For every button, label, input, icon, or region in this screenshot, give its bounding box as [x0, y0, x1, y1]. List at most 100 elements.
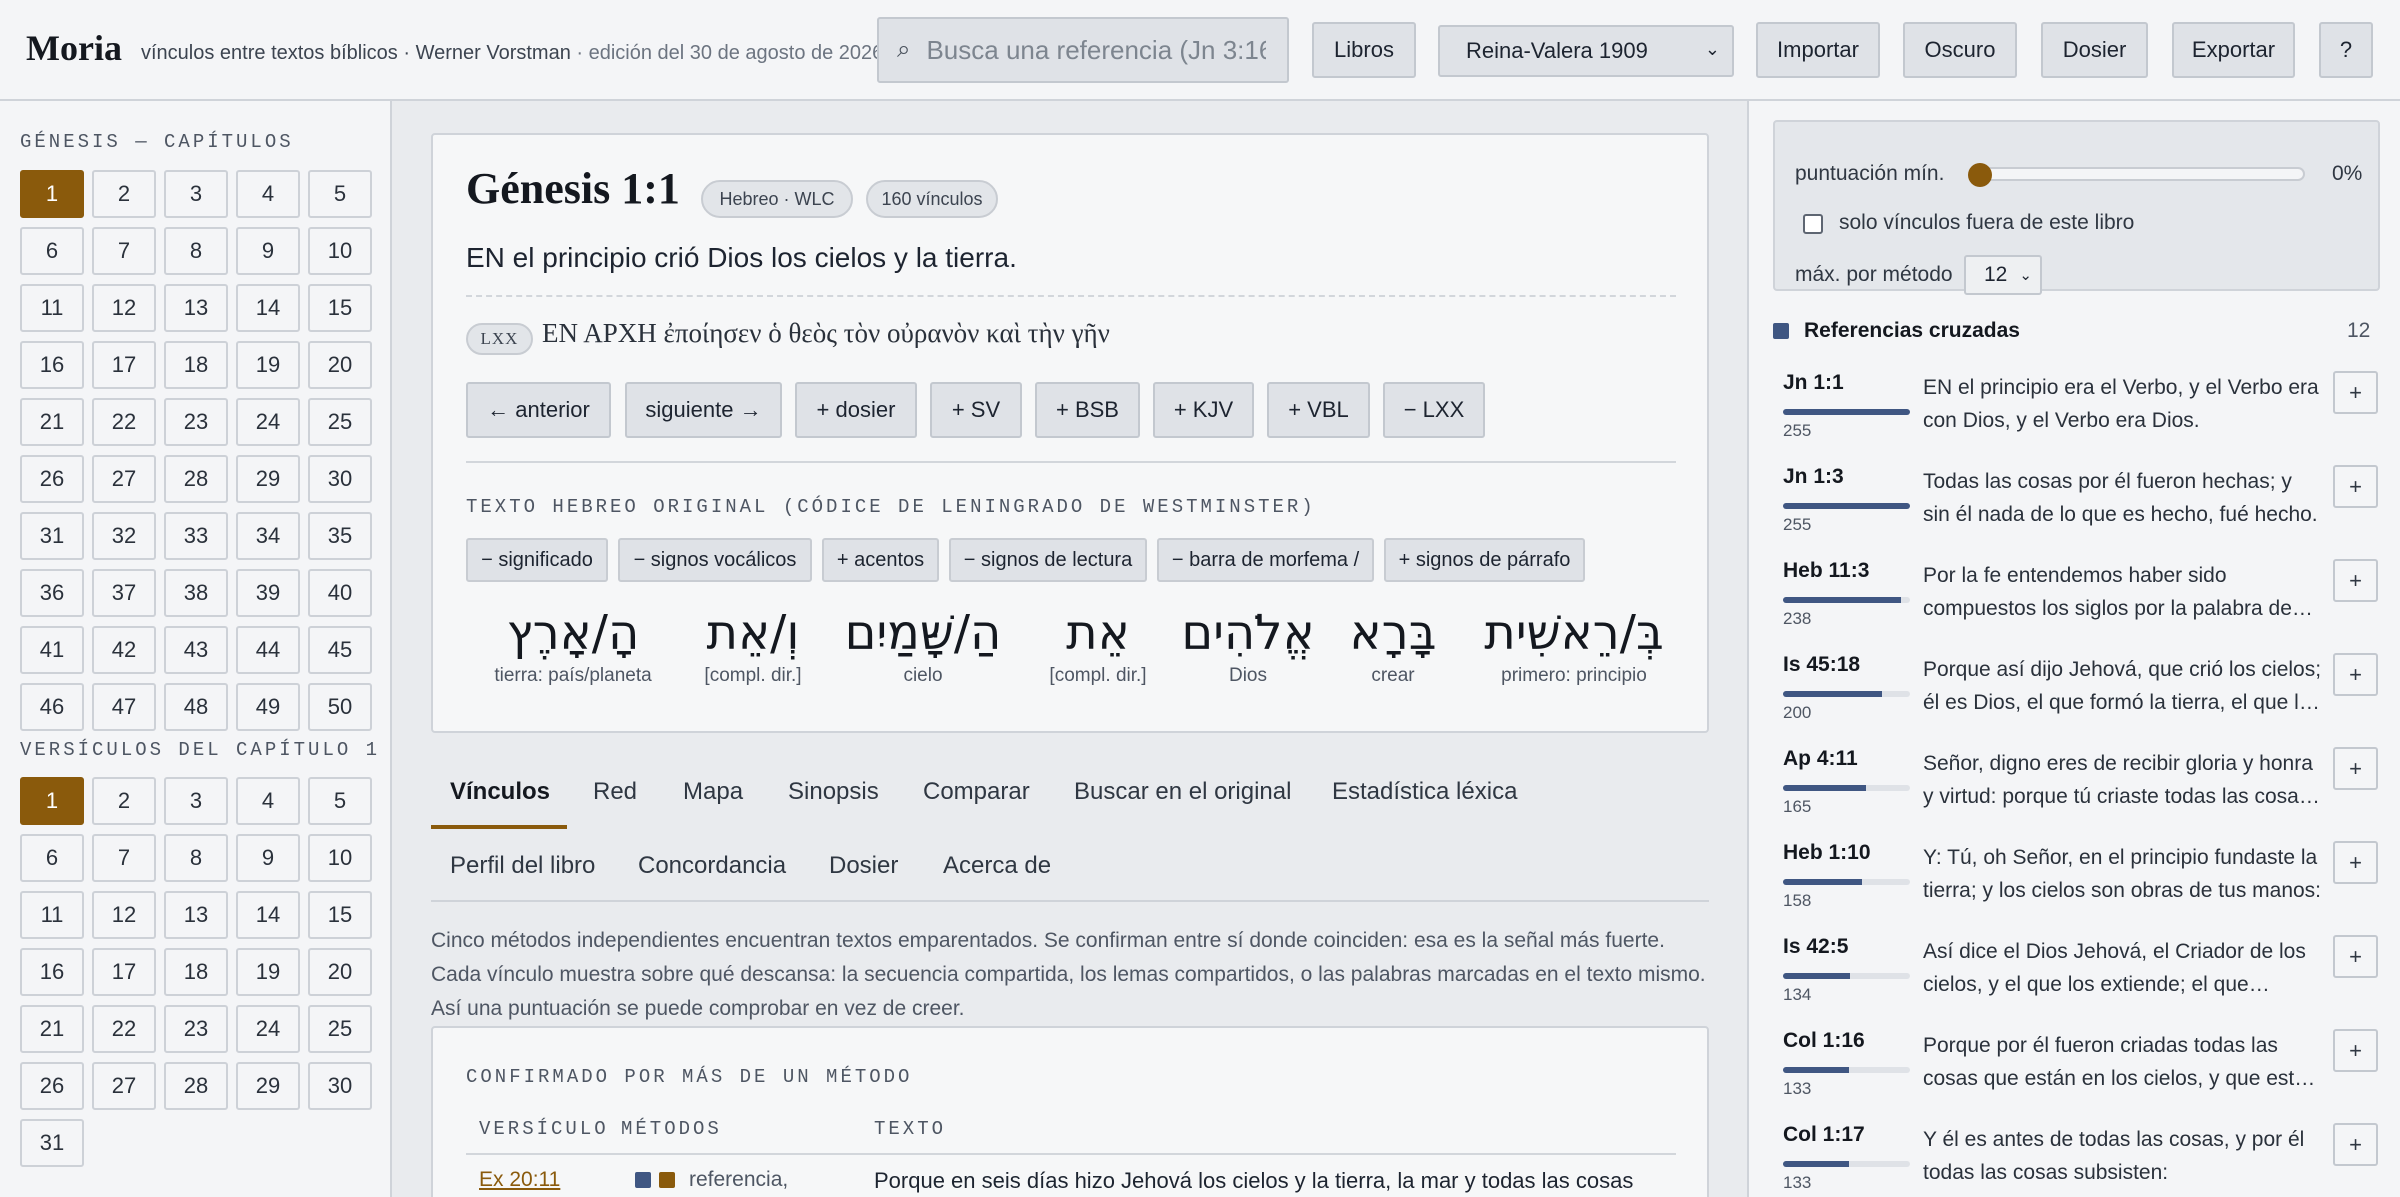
- tab-concordance[interactable]: Concordancia: [638, 852, 786, 880]
- verse-button[interactable]: 4: [236, 777, 300, 825]
- import-button[interactable]: Importar: [1756, 22, 1880, 78]
- toggle-vowels[interactable]: − signos vocálicos: [618, 538, 812, 582]
- crossref-ref[interactable]: Is 42:5: [1783, 935, 1848, 959]
- hebrew-word[interactable]: הָ/אָרֶץ tierra: país/planeta: [483, 605, 663, 687]
- chapter-button[interactable]: 6: [20, 227, 84, 275]
- chapter-button[interactable]: 18: [164, 341, 228, 389]
- add-crossref-button[interactable]: +: [2333, 559, 2378, 602]
- chapter-button[interactable]: 30: [308, 455, 372, 503]
- hebrew-word[interactable]: בְּ/רֵאשִׁית primero: principio: [1479, 605, 1669, 687]
- verse-button[interactable]: 8: [164, 834, 228, 882]
- chapter-button[interactable]: 25: [308, 398, 372, 446]
- add-crossref-button[interactable]: +: [2333, 465, 2378, 508]
- theme-button[interactable]: Oscuro: [1903, 22, 2017, 78]
- tab-links[interactable]: Vínculos: [450, 778, 550, 806]
- verse-button[interactable]: 18: [164, 948, 228, 996]
- version-select[interactable]: Reina-Valera 1909 ⌄: [1438, 25, 1734, 77]
- verse-button[interactable]: 6: [20, 834, 84, 882]
- crossref-item[interactable]: Ap 4:11 165 Señor, digno eres de recibir g…: [1749, 747, 2400, 841]
- chapter-button[interactable]: 15: [308, 284, 372, 332]
- tab-about[interactable]: Acerca de: [943, 852, 1051, 880]
- chapter-button[interactable]: 1: [20, 170, 84, 218]
- verse-button[interactable]: 11: [20, 891, 84, 939]
- add-crossref-button[interactable]: +: [2333, 1029, 2378, 1072]
- toggle-accents[interactable]: + acentos: [822, 538, 939, 582]
- verse-button[interactable]: 12: [92, 891, 156, 939]
- chapter-button[interactable]: 39: [236, 569, 300, 617]
- chapter-button[interactable]: 32: [92, 512, 156, 560]
- chapter-button[interactable]: 16: [20, 341, 84, 389]
- max-per-method-select[interactable]: 12 ⌄: [1964, 255, 2042, 295]
- add-crossref-button[interactable]: +: [2333, 653, 2378, 696]
- add-crossref-button[interactable]: +: [2333, 841, 2378, 884]
- toggle-morpheme-bar[interactable]: − barra de morfema /: [1157, 538, 1374, 582]
- verse-button[interactable]: 7: [92, 834, 156, 882]
- crossref-item[interactable]: Is 42:5 134 Así dice el Dios Jehová, el Cr…: [1749, 935, 2400, 1029]
- export-button[interactable]: Exportar: [2172, 22, 2295, 78]
- add-crossref-button[interactable]: +: [2333, 935, 2378, 978]
- prev-button[interactable]: ← anterior: [466, 382, 611, 438]
- chapter-button[interactable]: 13: [164, 284, 228, 332]
- dossier-button[interactable]: Dosier: [2041, 22, 2148, 78]
- crossref-ref[interactable]: Col 1:17: [1783, 1123, 1865, 1147]
- tab-dossier[interactable]: Dosier: [829, 852, 898, 880]
- chapter-button[interactable]: 14: [236, 284, 300, 332]
- chapter-button[interactable]: 28: [164, 455, 228, 503]
- chapter-button[interactable]: 12: [92, 284, 156, 332]
- crossref-ref[interactable]: Col 1:16: [1783, 1029, 1865, 1053]
- verse-button[interactable]: 3: [164, 777, 228, 825]
- chapter-button[interactable]: 33: [164, 512, 228, 560]
- chapter-button[interactable]: 11: [20, 284, 84, 332]
- tab-map[interactable]: Mapa: [683, 778, 743, 806]
- verse-button[interactable]: 1: [20, 777, 84, 825]
- next-button[interactable]: siguiente →: [625, 382, 782, 438]
- outside-book-checkbox[interactable]: [1803, 214, 1823, 234]
- verse-button[interactable]: 22: [92, 1005, 156, 1053]
- tab-lexical-stats[interactable]: Estadística léxica: [1332, 778, 1517, 806]
- chapter-button[interactable]: 24: [236, 398, 300, 446]
- chapter-button[interactable]: 8: [164, 227, 228, 275]
- chapter-button[interactable]: 37: [92, 569, 156, 617]
- add-crossref-button[interactable]: +: [2333, 371, 2378, 414]
- add-sv-button[interactable]: + SV: [930, 382, 1022, 438]
- add-crossref-button[interactable]: +: [2333, 747, 2378, 790]
- crossref-item[interactable]: Heb 1:10 158 Y: Tú, oh Señor, en el princi…: [1749, 841, 2400, 935]
- hebrew-word[interactable]: וְ/אֵת [compl. dir.]: [688, 605, 818, 687]
- chapter-button[interactable]: 17: [92, 341, 156, 389]
- chapter-button[interactable]: 3: [164, 170, 228, 218]
- slider-handle[interactable]: [1968, 163, 1992, 187]
- chapter-button[interactable]: 21: [20, 398, 84, 446]
- verse-button[interactable]: 5: [308, 777, 372, 825]
- remove-lxx-button[interactable]: − LXX: [1383, 382, 1485, 438]
- crossref-ref[interactable]: Heb 11:3: [1783, 559, 1869, 583]
- chapter-button[interactable]: 10: [308, 227, 372, 275]
- chapter-button[interactable]: 47: [92, 683, 156, 731]
- verse-button[interactable]: 30: [308, 1062, 372, 1110]
- crossref-item[interactable]: Jn 1:1 255 EN el principio era el Verbo, y…: [1749, 371, 2400, 465]
- hebrew-word[interactable]: בָּרָא crear: [1333, 605, 1453, 687]
- chapter-button[interactable]: 29: [236, 455, 300, 503]
- verse-button[interactable]: 24: [236, 1005, 300, 1053]
- hebrew-word[interactable]: אֱלֹהִים Dios: [1178, 605, 1318, 687]
- chapter-button[interactable]: 19: [236, 341, 300, 389]
- verse-button[interactable]: 17: [92, 948, 156, 996]
- crossref-item[interactable]: Is 45:18 200 Porque así dijo Jehová, que c…: [1749, 653, 2400, 747]
- chapter-button[interactable]: 49: [236, 683, 300, 731]
- add-dossier-button[interactable]: + dosier: [795, 382, 917, 438]
- verse-button[interactable]: 26: [20, 1062, 84, 1110]
- chapter-button[interactable]: 26: [20, 455, 84, 503]
- chapter-button[interactable]: 41: [20, 626, 84, 674]
- crossref-ref[interactable]: Ap 4:11: [1783, 747, 1858, 771]
- crossref-ref[interactable]: Jn 1:1: [1783, 371, 1844, 395]
- verse-button[interactable]: 19: [236, 948, 300, 996]
- tab-compare[interactable]: Comparar: [923, 778, 1030, 806]
- chapter-button[interactable]: 42: [92, 626, 156, 674]
- crossref-item[interactable]: Jn 1:3 255 Todas las cosas por él fueron h…: [1749, 465, 2400, 559]
- crossref-item[interactable]: Heb 11:3 238 Por la fe entendemos haber si…: [1749, 559, 2400, 653]
- verse-button[interactable]: 25: [308, 1005, 372, 1053]
- chapter-button[interactable]: 44: [236, 626, 300, 674]
- chapter-button[interactable]: 2: [92, 170, 156, 218]
- chapter-button[interactable]: 38: [164, 569, 228, 617]
- chapter-button[interactable]: 5: [308, 170, 372, 218]
- chapter-button[interactable]: 23: [164, 398, 228, 446]
